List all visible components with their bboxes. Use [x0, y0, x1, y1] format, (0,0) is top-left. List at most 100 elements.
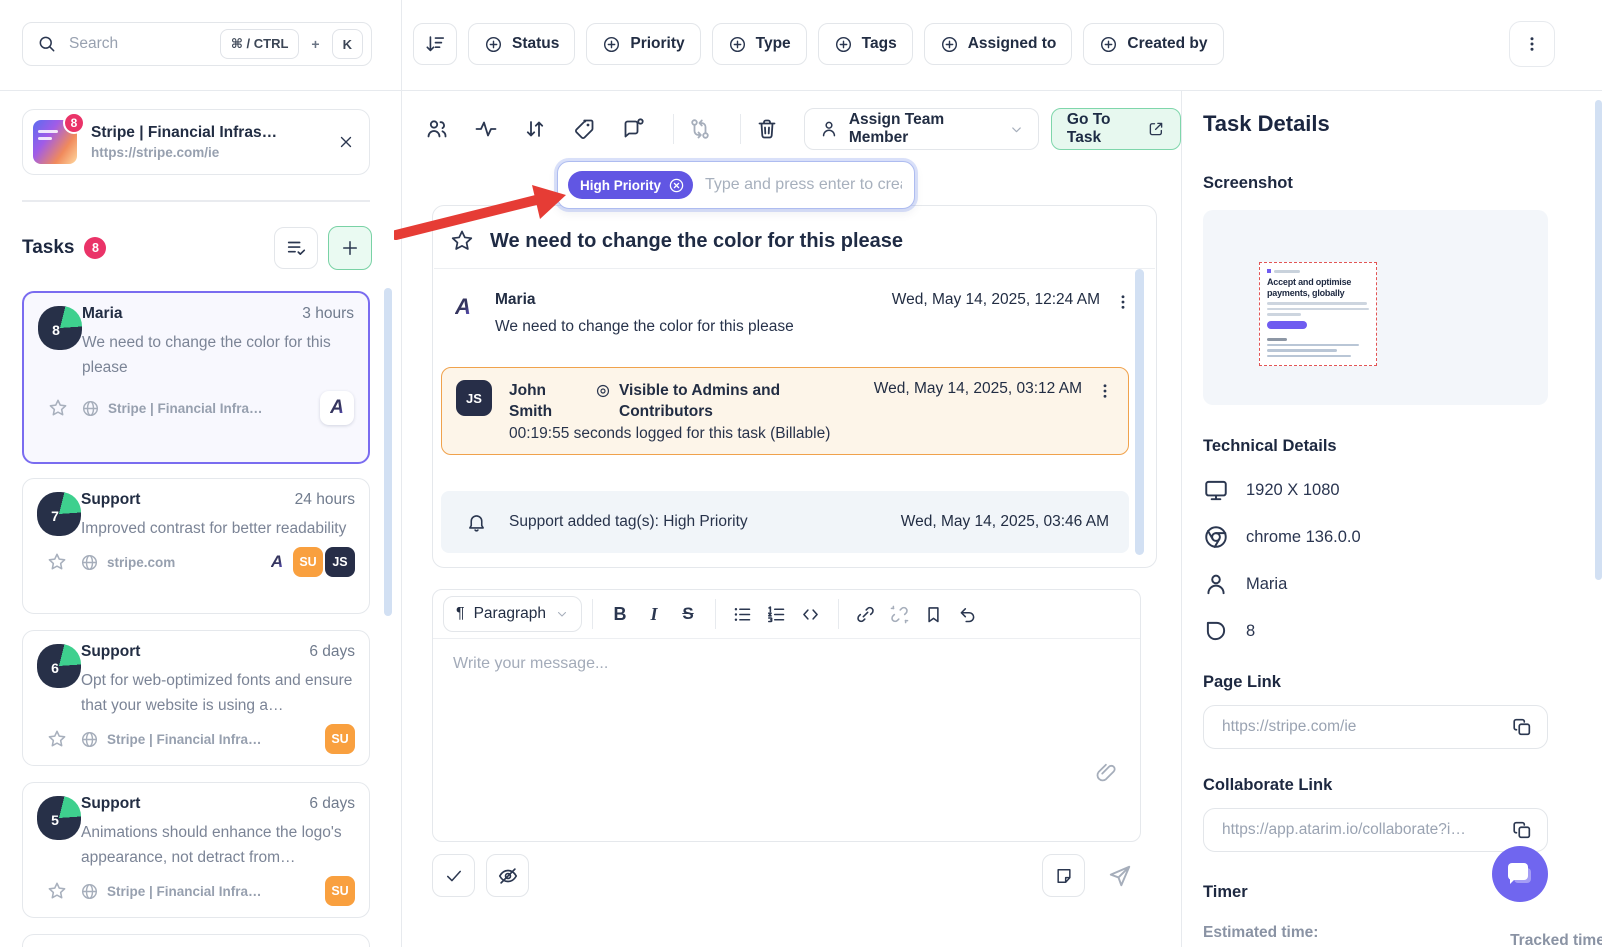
- flag-comment-icon[interactable]: [621, 117, 645, 141]
- activity-row: Support added tag(s): High Priority Wed,…: [441, 491, 1129, 553]
- sidebar-scrollbar[interactable]: [384, 288, 392, 616]
- globe-icon: [80, 882, 99, 901]
- link-button[interactable]: [849, 597, 883, 631]
- task-card[interactable]: 6 Support 6 days Opt for web-optimized f…: [22, 630, 370, 766]
- tag-input[interactable]: [703, 175, 904, 195]
- resolution-row: 1920 X 1080: [1203, 477, 1602, 503]
- screenshot-thumbnail[interactable]: Accept and optimise payments, globally: [1203, 210, 1548, 405]
- visibility-icon: [595, 383, 611, 422]
- site-card[interactable]: 8 Stripe | Financial Infras… https://str…: [22, 109, 370, 175]
- sort-button[interactable]: [413, 23, 457, 65]
- page-link-input[interactable]: [1220, 717, 1511, 737]
- send-button[interactable]: [1098, 854, 1141, 897]
- kebab-icon[interactable]: [1096, 382, 1114, 400]
- filter-label: Assigned to: [968, 35, 1057, 53]
- collaborators-icon[interactable]: [425, 117, 449, 141]
- screenshot-annotation-box: Accept and optimise payments, globally: [1259, 262, 1377, 366]
- star-icon[interactable]: [46, 728, 68, 750]
- paragraph-label: Paragraph: [474, 605, 546, 623]
- filter-type[interactable]: Type: [712, 23, 807, 65]
- search-icon: [37, 34, 57, 54]
- filter-label: Tags: [862, 35, 897, 53]
- filter-priority[interactable]: Priority: [586, 23, 700, 65]
- copy-icon[interactable]: [1511, 716, 1533, 738]
- bold-button[interactable]: B: [603, 597, 637, 631]
- ordered-list-button[interactable]: [760, 597, 794, 631]
- close-icon[interactable]: [337, 133, 355, 151]
- paragraph-style-select[interactable]: ¶ Paragraph: [443, 596, 582, 632]
- undo-button[interactable]: [951, 597, 985, 631]
- attachment-icon[interactable]: [1094, 761, 1118, 785]
- collaborate-link-input[interactable]: [1220, 820, 1511, 840]
- plus-circle-icon: [834, 35, 853, 54]
- add-task-button[interactable]: [328, 226, 372, 270]
- filter-status[interactable]: Status: [468, 23, 575, 65]
- go-to-task-button[interactable]: Go To Task: [1051, 108, 1181, 150]
- note-button[interactable]: [1042, 854, 1085, 897]
- comment-author: Maria: [495, 291, 794, 309]
- task-detail-card: We need to change the color for this ple…: [432, 205, 1157, 568]
- activity-icon[interactable]: [474, 117, 498, 141]
- editor-actions: [432, 854, 1141, 897]
- search-box[interactable]: ⌘ / CTRL + K: [22, 22, 372, 66]
- atarim-logo-avatar: A: [320, 391, 354, 425]
- label-shape-icon: [1203, 618, 1229, 644]
- filter-created-by[interactable]: Created by: [1083, 23, 1223, 65]
- star-icon[interactable]: [46, 880, 68, 902]
- sort-updown-icon[interactable]: [523, 117, 547, 141]
- atarim-logo-avatar: A: [449, 293, 477, 321]
- chat-widget-button[interactable]: [1492, 846, 1548, 902]
- assign-label: Assign Team Member: [849, 111, 985, 147]
- task-card[interactable]: 8 Maria 3 hours We need to change the co…: [22, 291, 370, 464]
- globe-icon: [80, 730, 99, 749]
- italic-button[interactable]: I: [637, 597, 671, 631]
- bullet-list-button[interactable]: [726, 597, 760, 631]
- filter-label: Status: [512, 35, 559, 53]
- more-options-button[interactable]: [1509, 21, 1555, 67]
- message-editor: ¶ Paragraph B I S: [432, 589, 1141, 842]
- internal-note-toggle-button[interactable]: [486, 854, 529, 897]
- plus-circle-icon: [728, 35, 747, 54]
- task-author: Maria: [82, 305, 123, 323]
- star-icon[interactable]: [449, 228, 475, 254]
- unlink-button[interactable]: [883, 597, 917, 631]
- tag-icon[interactable]: [572, 117, 596, 141]
- kbd-cmd-ctrl: ⌘ / CTRL: [220, 29, 300, 59]
- task-list-view-button[interactable]: [274, 227, 318, 269]
- task-site: Stripe | Financial Infra…: [107, 732, 262, 747]
- search-input[interactable]: [67, 34, 210, 54]
- tag-chip-high-priority[interactable]: High Priority: [568, 171, 693, 199]
- remove-tag-icon[interactable]: [668, 177, 685, 194]
- page-link-box: [1203, 705, 1548, 749]
- bookmark-button[interactable]: [917, 597, 951, 631]
- plus-icon: [340, 238, 360, 258]
- strikethrough-button[interactable]: S: [671, 597, 705, 631]
- message-textarea[interactable]: [433, 639, 1140, 799]
- comments-scrollbar[interactable]: [1135, 269, 1144, 555]
- filter-assigned-to[interactable]: Assigned to: [924, 23, 1073, 65]
- code-button[interactable]: [794, 597, 828, 631]
- copy-icon[interactable]: [1511, 819, 1533, 841]
- task-card[interactable]: 7 Support 24 hours Improved contrast for…: [22, 478, 370, 614]
- task-card[interactable]: [22, 934, 370, 947]
- delete-task-icon[interactable]: [755, 117, 779, 141]
- star-icon[interactable]: [46, 551, 68, 573]
- right-panel-scrollbar[interactable]: [1595, 100, 1602, 580]
- plus-circle-icon: [602, 35, 621, 54]
- tag-input-popup[interactable]: High Priority: [557, 161, 915, 209]
- time-logged-text: 00:19:55 seconds logged for this task (B…: [509, 425, 1114, 443]
- task-card[interactable]: 5 Support 6 days Animations should enhan…: [22, 782, 370, 918]
- task-author: Support: [81, 643, 140, 661]
- mark-complete-button[interactable]: [432, 854, 475, 897]
- assign-team-member-select[interactable]: Assign Team Member: [804, 108, 1039, 150]
- compare-tasks-icon[interactable]: [688, 117, 712, 141]
- filter-tags[interactable]: Tags: [818, 23, 913, 65]
- timer-row: Estimated time: Tracked time:: [1203, 924, 1548, 942]
- kebab-icon[interactable]: [1114, 293, 1132, 311]
- star-icon[interactable]: [47, 397, 69, 419]
- chrome-icon: [1203, 524, 1229, 550]
- activity-timestamp: Wed, May 14, 2025, 03:46 AM: [901, 513, 1113, 531]
- creator-value: Maria: [1246, 575, 1287, 594]
- site-favicon: 8: [33, 120, 77, 164]
- comment-author: John Smith: [509, 380, 573, 422]
